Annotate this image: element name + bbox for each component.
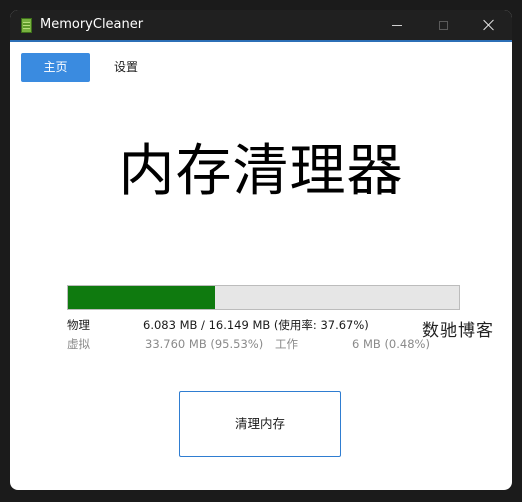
title-bar: MemoryCleaner bbox=[10, 10, 512, 40]
close-icon bbox=[483, 19, 495, 31]
maximize-icon bbox=[438, 20, 448, 30]
memory-usage-fill bbox=[68, 286, 216, 309]
app-window: MemoryCleaner 主页 设置 内存清理器 物理 6.083 MB / … bbox=[10, 10, 512, 490]
window-title: MemoryCleaner bbox=[40, 17, 144, 32]
tab-settings[interactable]: 设置 bbox=[96, 53, 156, 82]
close-button[interactable] bbox=[466, 10, 512, 40]
memory-usage-bar bbox=[67, 285, 460, 310]
memory-chip-icon bbox=[21, 18, 32, 33]
working-value: 6 MB (0.48%) bbox=[352, 337, 430, 351]
page-title: 内存清理器 bbox=[118, 139, 404, 204]
virtual-value: 33.760 MB (95.53%) bbox=[145, 337, 264, 351]
virtual-label: 虚拟 bbox=[67, 337, 90, 351]
maximize-button[interactable] bbox=[420, 10, 466, 40]
physical-label: 物理 bbox=[67, 318, 90, 332]
minimize-button[interactable] bbox=[374, 10, 420, 40]
physical-value: 6.083 MB / 16.149 MB (使用率: 37.67%) bbox=[143, 318, 369, 332]
working-label: 工作 bbox=[275, 337, 298, 351]
title-accent-line bbox=[10, 40, 512, 42]
tab-home[interactable]: 主页 bbox=[21, 53, 90, 82]
clean-memory-button[interactable]: 清理内存 bbox=[179, 391, 341, 457]
watermark-text: 数驰博客 bbox=[422, 321, 494, 341]
minimize-icon bbox=[392, 24, 402, 26]
